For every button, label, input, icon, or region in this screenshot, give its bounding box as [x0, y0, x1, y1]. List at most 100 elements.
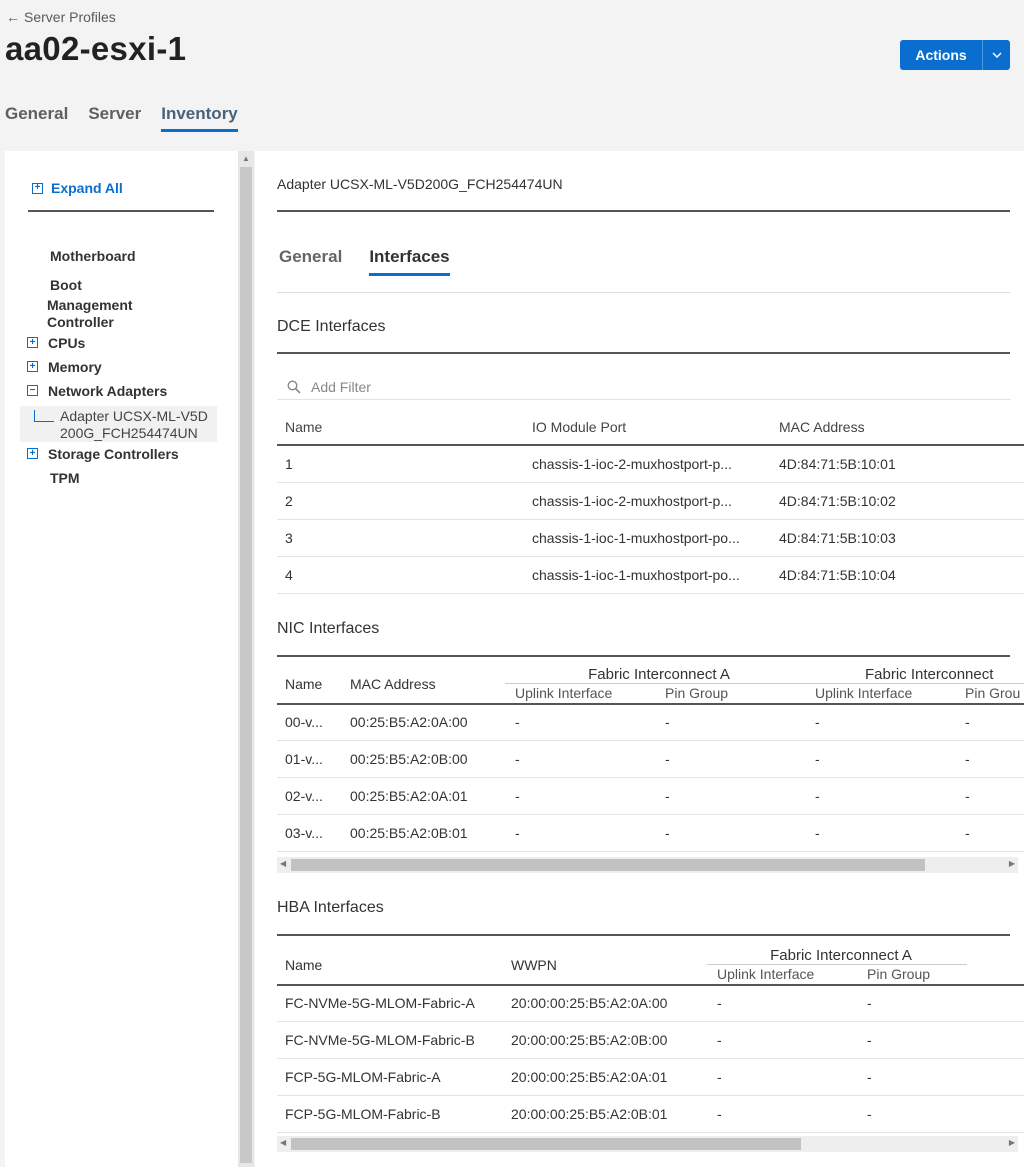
cell: 4D:84:71:5B:10:04	[771, 556, 1024, 594]
back-to-server-profiles-link[interactable]: ← Server Profiles	[6, 9, 116, 25]
cell: -	[505, 814, 655, 852]
col-uplink-b[interactable]: Uplink Interface	[805, 683, 955, 705]
col-uplink-a[interactable]: Uplink Interface	[707, 964, 857, 986]
table-row[interactable]: 3 chassis-1-ioc-1-muxhostport-po... 4D:84:…	[277, 519, 1024, 557]
scrollbar-thumb[interactable]	[240, 167, 252, 1163]
col-uplink-a[interactable]: Uplink Interface	[505, 683, 655, 705]
expand-plus-icon[interactable]: +	[27, 361, 38, 372]
cell: -	[805, 814, 955, 852]
tree-item-boot[interactable]: Boot	[27, 277, 82, 294]
cell: 03-v...	[277, 814, 342, 852]
tab-inventory[interactable]: Inventory	[161, 104, 238, 132]
col-name[interactable]: Name	[277, 947, 503, 986]
cell: -	[655, 814, 805, 852]
filter-underline	[277, 399, 1011, 400]
search-icon	[287, 380, 301, 394]
table-row[interactable]: FC-NVMe-5G-MLOM-Fabric-B 20:00:00:25:B5:A…	[277, 1021, 1024, 1059]
cell: 3	[277, 519, 524, 557]
cell: 00-v...	[277, 703, 342, 741]
table-header-row: Name IO Module Port MAC Address	[277, 410, 1024, 445]
col-pin-group-b[interactable]: Pin Grou	[955, 683, 1024, 705]
col-pin-group-a[interactable]: Pin Group	[655, 683, 805, 705]
tree-item-adapter-selected[interactable]: Adapter UCSX-ML-V5D200G_FCH254474UN	[20, 406, 217, 442]
expand-plus-icon[interactable]: +	[27, 337, 38, 348]
tree-item-label: Motherboard	[50, 248, 136, 264]
nic-horizontal-scrollbar[interactable]: ◀ ▶	[277, 857, 1018, 873]
group-fabric-b: Fabric Interconnect	[805, 666, 1024, 684]
tree-item-cpus[interactable]: + CPUs	[27, 335, 85, 352]
scroll-left-icon[interactable]: ◀	[280, 1138, 286, 1147]
cell: FC-NVMe-5G-MLOM-Fabric-A	[277, 984, 503, 1022]
tree-branch-icon	[34, 410, 54, 422]
table-row[interactable]: 4 chassis-1-ioc-1-muxhostport-po... 4D:84:…	[277, 556, 1024, 594]
tree-item-memory[interactable]: + Memory	[27, 359, 102, 376]
cell: -	[707, 984, 857, 1022]
scroll-right-icon[interactable]: ▶	[1009, 1138, 1015, 1147]
table-group-header-row: Name WWPN Fabric Interconnect A	[277, 947, 1024, 986]
scroll-up-icon[interactable]: ▲	[242, 154, 250, 163]
table-row[interactable]: 1 chassis-1-ioc-2-muxhostport-p... 4D:84:7…	[277, 445, 1024, 483]
collapse-minus-icon[interactable]: −	[27, 385, 38, 396]
tab-adapter-general[interactable]: General	[279, 247, 342, 276]
cell: -	[857, 1021, 967, 1059]
tree-item-storage-controllers[interactable]: + Storage Controllers	[27, 446, 179, 463]
cell: -	[805, 777, 955, 815]
cell: -	[857, 1058, 967, 1096]
table-row[interactable]: FCP-5G-MLOM-Fabric-A 20:00:00:25:B5:A2:0A…	[277, 1058, 1024, 1096]
hba-section-title: HBA Interfaces	[277, 899, 384, 916]
cell: 01-v...	[277, 740, 342, 778]
scroll-right-icon[interactable]: ▶	[1009, 859, 1015, 868]
actions-button[interactable]: Actions	[900, 40, 1010, 70]
tree-item-label: CPUs	[48, 335, 86, 351]
col-pin-group-a[interactable]: Pin Group	[857, 964, 967, 986]
cell: 20:00:00:25:B5:A2:0A:01	[503, 1058, 707, 1096]
filter-placeholder: Add Filter	[311, 379, 371, 395]
actions-button-label: Actions	[900, 40, 983, 70]
table-row[interactable]: FCP-5G-MLOM-Fabric-B 20:00:00:25:B5:A2:0B…	[277, 1095, 1024, 1133]
cell: 00:25:B5:A2:0A:00	[342, 703, 505, 741]
table-row[interactable]: FC-NVMe-5G-MLOM-Fabric-A 20:00:00:25:B5:A…	[277, 984, 1024, 1022]
cell: -	[955, 703, 1024, 741]
scroll-left-icon[interactable]: ◀	[280, 859, 286, 868]
table-row[interactable]: 02-v... 00:25:B5:A2:0A:01- - - -	[277, 777, 1024, 815]
scrollbar-thumb[interactable]	[291, 1138, 801, 1150]
scrollbar-thumb[interactable]	[291, 859, 925, 871]
col-name[interactable]: Name	[277, 666, 342, 705]
col-mac-address[interactable]: MAC Address	[771, 410, 1024, 445]
tree-scrollbar[interactable]: ▲	[238, 151, 254, 1167]
cell: 2	[277, 482, 524, 520]
group-fabric-a: Fabric Interconnect A	[707, 947, 967, 965]
col-wwpn[interactable]: WWPN	[503, 947, 707, 986]
tab-adapter-interfaces[interactable]: Interfaces	[369, 247, 450, 276]
cell: -	[805, 703, 955, 741]
col-io-module-port[interactable]: IO Module Port	[524, 410, 771, 445]
table-row[interactable]: 03-v... 00:25:B5:A2:0B:01- - - -	[277, 814, 1024, 852]
tree-item-label: Memory	[48, 359, 102, 375]
cell: -	[655, 777, 805, 815]
col-name[interactable]: Name	[277, 410, 524, 445]
adapter-title: Adapter UCSX-ML-V5D200G_FCH254474UN	[277, 176, 563, 192]
expand-all-button[interactable]: + Expand All	[32, 180, 123, 196]
tab-general[interactable]: General	[5, 104, 68, 132]
expand-plus-icon[interactable]: +	[27, 448, 38, 459]
cell: 4	[277, 556, 524, 594]
add-filter-input[interactable]: Add Filter	[287, 379, 1011, 395]
tree-item-motherboard[interactable]: Motherboard	[27, 248, 136, 265]
cell: -	[505, 777, 655, 815]
chevron-down-icon[interactable]	[983, 40, 1010, 70]
cell: -	[707, 1058, 857, 1096]
table-row[interactable]: 00-v... 00:25:B5:A2:0A:00- - - -	[277, 703, 1024, 741]
group-fabric-a: Fabric Interconnect A	[505, 666, 805, 684]
tree-item-network-adapters[interactable]: − Network Adapters	[27, 383, 167, 400]
tree-item-tpm[interactable]: TPM	[27, 470, 80, 487]
table-row[interactable]: 2 chassis-1-ioc-2-muxhostport-p... 4D:84:7…	[277, 482, 1024, 520]
tree-item-management-controller[interactable]: Management Controller	[27, 297, 167, 331]
col-mac-address[interactable]: MAC Address	[342, 666, 505, 705]
cell: -	[707, 1021, 857, 1059]
hba-horizontal-scrollbar[interactable]: ◀ ▶	[277, 1136, 1018, 1152]
expand-all-label: Expand All	[51, 180, 123, 196]
cell: 1	[277, 445, 524, 483]
table-row[interactable]: 01-v... 00:25:B5:A2:0B:00- - - -	[277, 740, 1024, 778]
cell: FCP-5G-MLOM-Fabric-A	[277, 1058, 503, 1096]
tab-server[interactable]: Server	[88, 104, 141, 132]
